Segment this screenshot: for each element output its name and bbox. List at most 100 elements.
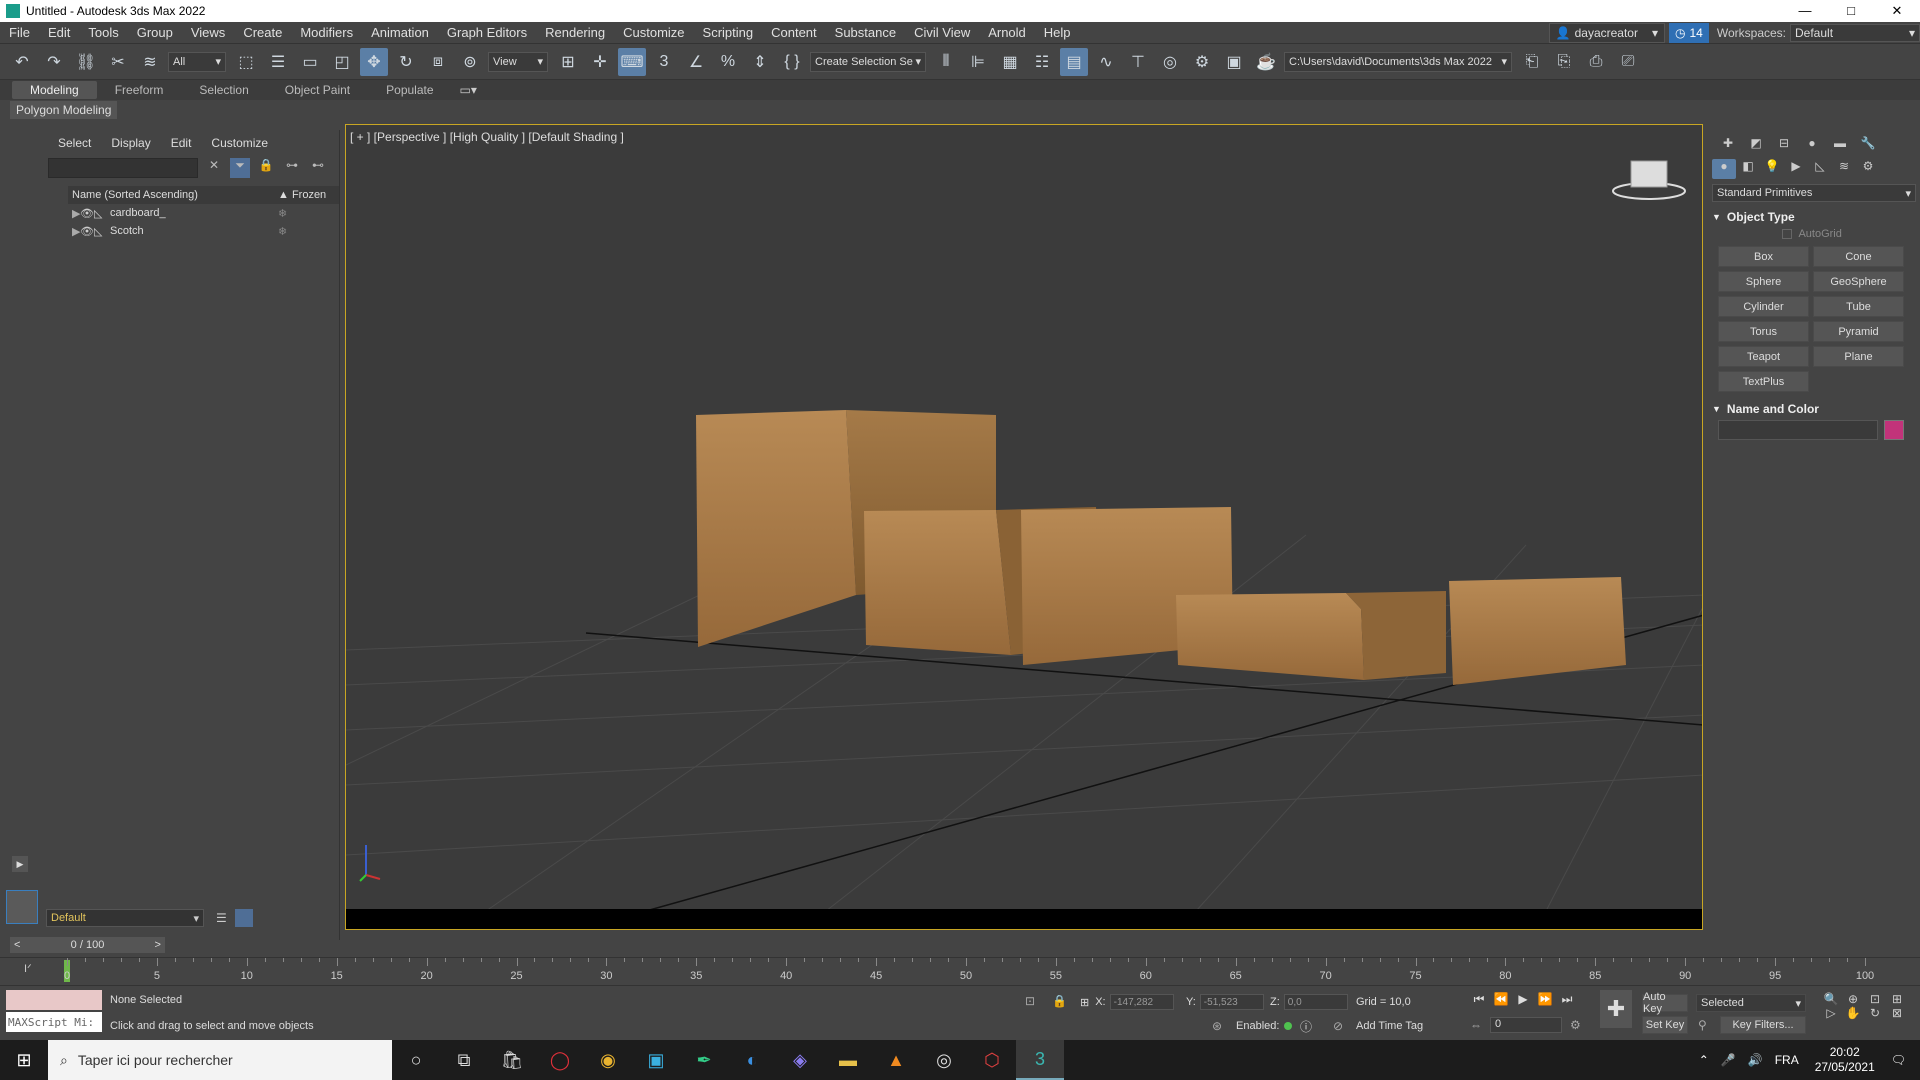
polygon-modeling-panel[interactable]: Polygon Modeling [10, 101, 118, 119]
notifications-button[interactable]: ◷ 14 [1669, 22, 1709, 43]
go-to-start-icon[interactable]: ⏮ [1468, 992, 1490, 1007]
geometry-category-icon[interactable]: ● [1712, 159, 1736, 179]
display-tab-icon[interactable]: ▬ [1826, 136, 1854, 150]
motion-tab-icon[interactable]: ● [1798, 136, 1826, 150]
start-button[interactable]: ⊞ [0, 1040, 48, 1080]
menu-arnold[interactable]: Arnold [979, 25, 1035, 40]
store-app[interactable]: 🛍 [488, 1040, 536, 1080]
textplus-button[interactable]: TextPlus [1718, 371, 1809, 392]
layers-icon[interactable]: ☰ [216, 911, 227, 925]
window-crossing-button[interactable]: ◰ [328, 48, 356, 76]
minimize-button[interactable]: — [1782, 3, 1828, 19]
go-to-end-icon[interactable]: ⏭ [1556, 992, 1578, 1007]
menu-animation[interactable]: Animation [362, 25, 438, 40]
play-icon[interactable]: ▶ [1512, 992, 1534, 1007]
select-and-move-button[interactable]: ✥ [360, 47, 388, 76]
snowflake-icon[interactable]: ❄ [278, 225, 287, 238]
list-item[interactable]: ▶ 👁 ◺ Scotch ❄ [68, 222, 339, 240]
shapes-category-icon[interactable]: ◧ [1736, 159, 1760, 179]
menu-graph-editors[interactable]: Graph Editors [438, 25, 536, 40]
select-and-scale-button[interactable]: ⧈ [424, 48, 452, 76]
list-item[interactable]: ▶ 👁 ◺ cardboard_ ❄ [68, 204, 339, 222]
selection-lock-icon[interactable]: 🔒 [1052, 994, 1067, 1008]
y-coordinate-field[interactable]: -51,523 [1199, 994, 1264, 1010]
align-button[interactable]: ⊫ [964, 48, 992, 76]
maximize-viewport-icon[interactable]: ⊠ [1886, 1006, 1908, 1020]
box-button[interactable]: Box [1718, 246, 1809, 267]
adaptive-degradation-icon[interactable]: ⊛ [1212, 1019, 1222, 1033]
render-production-button[interactable]: ☕ [1252, 48, 1280, 76]
menu-customize[interactable]: Customize [614, 25, 693, 40]
modify-tab-icon[interactable]: ◩ [1742, 136, 1770, 150]
auto-key-button[interactable]: Auto Key [1642, 991, 1688, 1015]
menu-file[interactable]: File [0, 25, 39, 40]
ribbon-options-icon[interactable]: ▭▾ [460, 83, 477, 97]
opera-app[interactable]: ◯ [536, 1040, 584, 1080]
column-frozen-header[interactable]: ▲ Frozen [278, 189, 326, 201]
file-explorer-app[interactable]: ▬ [824, 1040, 872, 1080]
menu-modifiers[interactable]: Modifiers [291, 25, 362, 40]
maximize-button[interactable]: □ [1828, 3, 1874, 19]
key-selection-set-select[interactable]: Selected ▾ [1696, 994, 1806, 1012]
selection-filter-select[interactable]: All ▾ [168, 51, 226, 72]
menu-group[interactable]: Group [128, 25, 182, 40]
reference-coordinate-select[interactable]: View ▾ [488, 51, 548, 72]
menu-help[interactable]: Help [1035, 25, 1080, 40]
z-coordinate-field[interactable]: 0,0 [1283, 994, 1348, 1010]
close-button[interactable]: ✕ [1874, 3, 1920, 19]
tab-freeform[interactable]: Freeform [97, 81, 182, 99]
undo-button[interactable]: ↶ [8, 48, 36, 76]
spinner-snap-button[interactable]: ⇕ [746, 48, 774, 76]
taskbar-search[interactable]: ⌕ Taper ici pour rechercher [48, 1040, 392, 1080]
zoom-extents-icon[interactable]: ⊡ [1864, 992, 1886, 1006]
perspective-viewport[interactable]: [ + ] [Perspective ] [High Quality ] [De… [345, 124, 1703, 930]
hierarchy-icon[interactable]: ⊶ [282, 158, 302, 178]
menu-scripting[interactable]: Scripting [694, 25, 763, 40]
named-selection-select[interactable]: Create Selection Se ▾ [810, 51, 926, 72]
explorer-mode-button[interactable] [6, 890, 38, 924]
maxscript-mini-input[interactable]: MAXScript Mi: [6, 1012, 102, 1032]
column-name-header[interactable]: Name (Sorted Ascending) [68, 189, 278, 201]
menu-rendering[interactable]: Rendering [536, 25, 614, 40]
torus-button[interactable]: Torus [1718, 321, 1809, 342]
scene-explorer-menu-select[interactable]: Select [58, 136, 91, 150]
lock-icon[interactable]: 🔒 [256, 158, 276, 178]
link-button[interactable]: ⛓ [72, 48, 100, 76]
time-tag-icon[interactable]: ⊘ [1333, 1019, 1343, 1033]
expand-arrow-icon[interactable]: ▶ [68, 207, 80, 220]
scene-search-input[interactable] [48, 158, 198, 178]
rectangular-selection-button[interactable]: ▭ [296, 48, 324, 76]
curve-editor-mini-icon[interactable]: Iᐟ [24, 962, 32, 975]
volume-icon[interactable]: 🔊 [1748, 1053, 1763, 1067]
curve-editor-button[interactable]: ∿ [1092, 48, 1120, 76]
helpers-category-icon[interactable]: ◺ [1808, 159, 1832, 179]
tray-expand-icon[interactable]: ⌃ [1699, 1053, 1709, 1067]
autogrid-checkbox[interactable]: AutoGrid [1782, 228, 1920, 240]
microphone-icon[interactable]: 🎤 [1721, 1053, 1736, 1067]
cylinder-button[interactable]: Cylinder [1718, 296, 1809, 317]
pivot-center-button[interactable]: ⊞ [554, 48, 582, 76]
menu-views[interactable]: Views [182, 25, 234, 40]
rendered-frame-window-button[interactable]: ▣ [1220, 48, 1248, 76]
prev-frame-icon[interactable]: < [14, 939, 20, 951]
manipulate-button[interactable]: ✛ [586, 48, 614, 76]
scene-explorer-menu-edit[interactable]: Edit [171, 136, 192, 150]
teapot-button[interactable]: Teapot [1718, 346, 1809, 367]
hierarchy-tab-icon[interactable]: ⊟ [1770, 136, 1798, 150]
select-and-place-button[interactable]: ⊚ [456, 48, 484, 76]
material-editor-button[interactable]: ◎ [1156, 48, 1184, 76]
mirror-button[interactable]: ⫴ [932, 48, 960, 76]
zoom-icon[interactable]: 🔍 [1820, 992, 1842, 1006]
project-folder-select[interactable]: C:\Users\david\Documents\3ds Max 2022 ▾ [1284, 51, 1512, 72]
substance-app[interactable]: ⬡ [968, 1040, 1016, 1080]
project-settings-button[interactable]: ⎙ [1582, 48, 1610, 76]
tube-button[interactable]: Tube [1813, 296, 1904, 317]
user-account-dropdown[interactable]: 👤 dayacreator ▾ [1548, 22, 1666, 43]
layer-sort-icon[interactable]: ⊷ [308, 158, 328, 178]
time-slider-handle[interactable]: < 0 / 100 > [10, 937, 165, 953]
ribbon-toggle-button[interactable]: ▤ [1060, 47, 1088, 76]
scene-explorer-toggle-button[interactable]: ▦ [996, 48, 1024, 76]
geosphere-button[interactable]: GeoSphere [1813, 271, 1904, 292]
select-and-rotate-button[interactable]: ↻ [392, 48, 420, 76]
eye-icon[interactable]: 👁 [80, 207, 94, 220]
